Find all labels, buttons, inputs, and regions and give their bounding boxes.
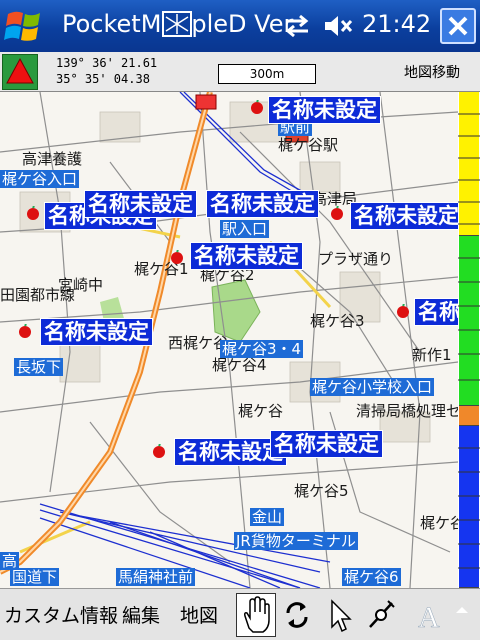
apple-poi-icon[interactable] bbox=[250, 100, 264, 114]
hand-icon bbox=[244, 596, 270, 633]
apple-poi-icon[interactable] bbox=[152, 444, 166, 458]
bus-stop-label: 国道下 bbox=[10, 568, 60, 586]
poi-label[interactable]: 名称未設定 bbox=[190, 242, 303, 270]
pointer-icon bbox=[331, 599, 352, 633]
place-name: 梶ケ谷 bbox=[238, 402, 284, 420]
title-bar: PocketMappleD Ver 21:42 bbox=[0, 0, 480, 52]
place-name: 西梶ケ谷 bbox=[168, 334, 229, 352]
north-arrow-button[interactable] bbox=[2, 54, 38, 90]
place-name: 梶ケ谷 bbox=[420, 514, 458, 532]
custom-info-menu[interactable]: カスタム情報 bbox=[4, 601, 118, 628]
bus-stop-label: 駅入口 bbox=[220, 220, 270, 238]
poi-label[interactable]: 名称未設定 bbox=[84, 190, 197, 218]
poi-label[interactable]: 名称未設定 bbox=[268, 96, 381, 124]
clock[interactable]: 21:42 bbox=[362, 10, 431, 38]
place-name: 新作1 bbox=[412, 346, 452, 364]
windows-start-icon[interactable] bbox=[4, 6, 44, 46]
poi-label[interactable]: 名称未設定 bbox=[350, 202, 458, 230]
bus-stop-label: 長坂下 bbox=[14, 358, 64, 376]
map-menu[interactable]: 地図 bbox=[180, 601, 218, 628]
place-name: 梶ケ谷駅 bbox=[278, 136, 339, 154]
input-method-button[interactable]: A bbox=[414, 593, 474, 637]
select-pointer-tool[interactable] bbox=[320, 593, 360, 637]
rotate-tool[interactable] bbox=[278, 593, 318, 637]
close-icon bbox=[448, 16, 468, 36]
map-view[interactable]: 高津養護 梶ケ谷駅 高津局 梶ケ谷1 梶ケ谷2 プラザ通り 梶ケ谷3 梶ケ谷4 … bbox=[0, 92, 458, 588]
pan-hand-tool[interactable] bbox=[236, 593, 276, 637]
apple-poi-icon[interactable] bbox=[18, 324, 32, 338]
place-name: プラザ通り bbox=[318, 250, 394, 268]
bus-stop-label: 馬絹神社前 bbox=[116, 568, 196, 586]
poi-label[interactable]: 名称未設定 bbox=[206, 190, 319, 218]
zoom-level-bar[interactable] bbox=[458, 92, 480, 588]
bus-stop-label: 梶ケ谷3・4 bbox=[220, 340, 304, 358]
scale-bar: 300m bbox=[218, 64, 316, 84]
zoom-tick-lines bbox=[458, 113, 480, 569]
place-name: 梶ケ谷3 bbox=[310, 312, 365, 330]
info-bar: 139° 36' 21.61 35° 35' 04.38 300m 地図移動 bbox=[0, 52, 480, 92]
bus-stop-label: 金山 bbox=[250, 508, 285, 526]
place-name: 宮崎中 bbox=[58, 276, 104, 294]
latitude-readout: 35° 35' 04.38 bbox=[56, 72, 150, 86]
north-arrow-icon bbox=[6, 57, 34, 84]
poi-label[interactable]: 名称未設定 bbox=[414, 298, 458, 326]
map-move-mode-label[interactable]: 地図移動 bbox=[404, 62, 460, 82]
place-name: 高津養護 bbox=[22, 150, 83, 168]
connectivity-icon[interactable] bbox=[282, 12, 312, 40]
volume-muted-icon[interactable] bbox=[322, 12, 354, 40]
svg-text:A: A bbox=[418, 601, 440, 634]
bottom-toolbar: カスタム情報 編集 地図 A bbox=[0, 588, 480, 640]
edit-menu[interactable]: 編集 bbox=[122, 601, 160, 628]
measure-tool[interactable] bbox=[362, 593, 402, 637]
font-a-icon: A bbox=[418, 601, 468, 634]
place-name: 清掃局橋処理セ bbox=[356, 402, 458, 420]
bus-stop-label: JR貨物ターミナル bbox=[234, 532, 358, 550]
apple-poi-icon[interactable] bbox=[26, 206, 40, 220]
rotate-icon bbox=[286, 602, 308, 628]
apple-poi-icon[interactable] bbox=[170, 250, 184, 264]
bus-stop-label: 梶ケ谷6 bbox=[342, 568, 401, 586]
close-button[interactable] bbox=[440, 8, 476, 44]
place-name: 梶ケ谷5 bbox=[294, 482, 349, 500]
bus-stop-label: 高 bbox=[0, 552, 20, 570]
poi-label[interactable]: 名称未設定 bbox=[40, 318, 153, 346]
longitude-readout: 139° 36' 21.61 bbox=[56, 56, 158, 70]
bus-stop-label: 梶ケ谷小学校入口 bbox=[310, 378, 435, 396]
apple-poi-icon[interactable] bbox=[396, 304, 410, 318]
poi-label[interactable]: 名称未設定 bbox=[270, 430, 383, 458]
measure-icon bbox=[369, 600, 395, 628]
map-app-icon bbox=[162, 11, 192, 37]
apple-poi-icon[interactable] bbox=[330, 206, 344, 220]
bus-stop-label: 梶ケ谷入口 bbox=[0, 170, 80, 188]
